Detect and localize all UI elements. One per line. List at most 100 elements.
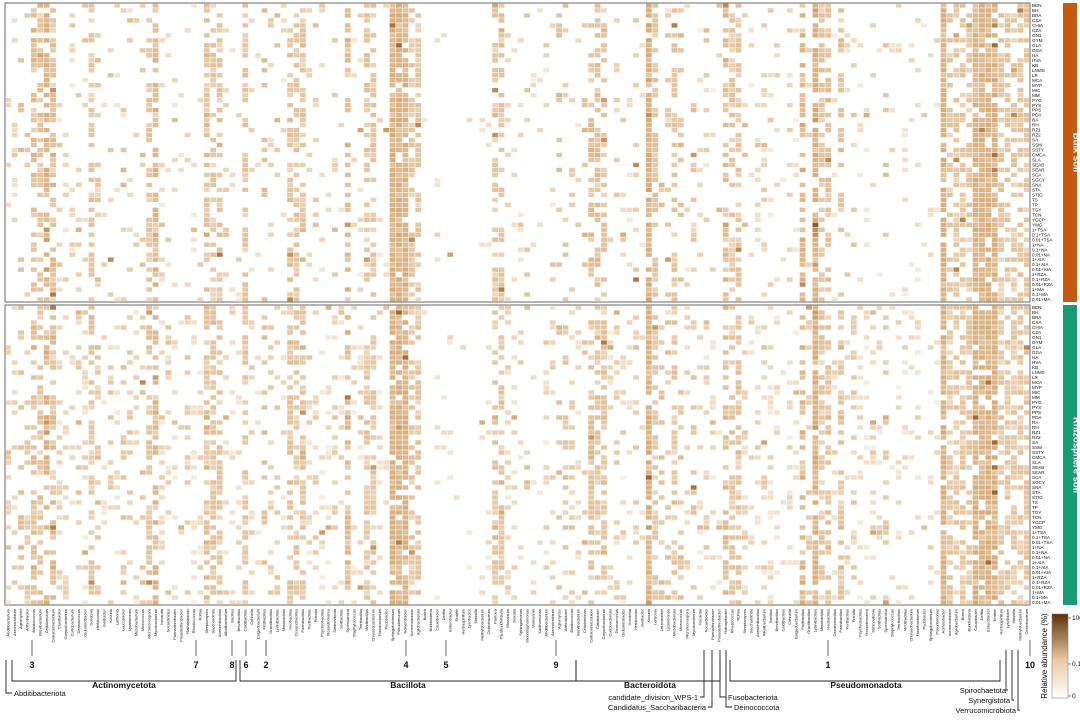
heatmap-cell xyxy=(588,425,595,430)
heatmap-cell xyxy=(1011,267,1017,272)
heatmap-cell xyxy=(344,107,351,113)
heatmap-cell xyxy=(18,520,24,525)
heatmap-cell xyxy=(754,102,761,108)
heatmap-cell xyxy=(1023,485,1030,490)
heatmap-cell xyxy=(402,435,409,440)
heatmap-cell xyxy=(1017,430,1024,435)
heatmap-cell xyxy=(812,157,819,163)
heatmap-cell xyxy=(332,450,338,455)
heatmap-cell xyxy=(594,305,601,310)
heatmap-cell xyxy=(902,425,908,430)
heatmap-cell xyxy=(396,107,402,113)
heatmap-cell xyxy=(37,450,44,455)
heatmap-cell xyxy=(1011,237,1017,242)
heatmap-cell xyxy=(645,83,652,88)
heatmap-cell xyxy=(838,197,844,203)
heatmap-cell xyxy=(408,112,415,118)
heatmap-cell xyxy=(210,53,217,58)
heatmap-cell xyxy=(1017,345,1024,350)
heatmap-cell xyxy=(645,93,652,98)
heatmap-cell xyxy=(601,370,607,375)
heatmap-cell xyxy=(569,515,575,520)
heatmap-cell xyxy=(50,137,56,143)
heatmap-cell xyxy=(152,43,159,48)
heatmap-cell xyxy=(799,445,806,450)
heatmap-cell xyxy=(498,395,505,400)
heatmap-cell xyxy=(991,345,998,350)
heatmap-cell xyxy=(101,212,108,217)
heatmap-cell xyxy=(1017,475,1024,480)
heatmap-cell xyxy=(953,137,960,143)
heatmap-cell xyxy=(75,182,82,188)
heatmap-cell xyxy=(152,520,159,525)
heatmap-cell xyxy=(146,217,153,222)
heatmap-cell xyxy=(152,23,159,28)
heatmap-cell xyxy=(415,152,422,158)
heatmap-cell xyxy=(30,152,37,158)
heatmap-cell xyxy=(857,305,864,310)
heatmap-cell xyxy=(287,345,293,350)
heatmap-cell xyxy=(774,390,780,395)
heatmap-cell xyxy=(979,172,985,178)
heatmap-cell xyxy=(613,360,620,365)
heatmap-cell xyxy=(991,465,998,470)
heatmap-cell xyxy=(645,355,652,360)
heatmap-cell xyxy=(594,277,601,282)
heatmap-cell xyxy=(511,277,518,282)
heatmap-cell xyxy=(940,157,947,163)
heatmap-cell xyxy=(210,370,217,375)
heatmap-cell xyxy=(492,107,498,113)
heatmap-cell xyxy=(159,495,165,500)
heatmap-cell xyxy=(370,122,377,128)
heatmap-cell xyxy=(50,530,56,535)
heatmap-cell xyxy=(940,142,947,148)
heatmap-cell xyxy=(940,350,947,355)
heatmap-cell xyxy=(293,23,300,28)
heatmap-cell xyxy=(979,8,985,13)
heatmap-cell xyxy=(37,415,44,420)
heatmap-cell xyxy=(504,117,511,123)
heatmap-cell xyxy=(165,262,172,267)
heatmap-cell xyxy=(812,227,819,232)
heatmap-cell xyxy=(30,525,37,530)
heatmap-cell xyxy=(748,455,755,460)
heatmap-cell xyxy=(312,480,319,485)
heatmap-cell xyxy=(594,465,601,470)
heatmap-cell xyxy=(556,470,563,475)
heatmap-cell xyxy=(389,345,396,350)
heatmap-cell xyxy=(812,242,819,247)
heatmap-cell xyxy=(594,380,601,385)
heatmap-cell xyxy=(799,460,806,465)
heatmap-cell xyxy=(959,38,966,43)
heatmap-cell xyxy=(293,380,300,385)
heatmap-cell xyxy=(287,505,293,510)
heatmap-cell xyxy=(364,400,370,405)
heatmap-cell xyxy=(972,122,979,128)
heatmap-cell xyxy=(1011,102,1017,108)
heatmap-cell xyxy=(210,515,217,520)
heatmap-cell xyxy=(165,375,172,380)
heatmap-cell xyxy=(370,93,377,98)
heatmap-cell xyxy=(504,58,511,63)
heatmap-cell xyxy=(729,495,736,500)
heatmap-cell xyxy=(332,510,338,515)
heatmap-cell xyxy=(1011,63,1017,68)
heatmap-cell xyxy=(88,232,95,237)
heatmap-cell xyxy=(703,88,710,93)
heatmap-cell xyxy=(357,390,364,395)
heatmap-cell xyxy=(152,28,159,33)
heatmap-cell xyxy=(543,68,550,73)
heatmap-cell xyxy=(30,58,37,63)
heatmap-cell xyxy=(703,132,710,138)
heatmap-cell xyxy=(658,202,665,208)
heatmap-cell xyxy=(133,395,140,400)
heatmap-cell xyxy=(645,267,652,272)
heatmap-cell xyxy=(402,540,409,545)
heatmap-cell xyxy=(882,420,889,425)
heatmap-cell xyxy=(979,510,985,515)
heatmap-cell xyxy=(299,197,306,203)
heatmap-cell xyxy=(287,88,293,93)
heatmap-cell xyxy=(50,340,56,345)
heatmap-cell xyxy=(18,147,24,153)
heatmap-cell xyxy=(793,330,800,335)
